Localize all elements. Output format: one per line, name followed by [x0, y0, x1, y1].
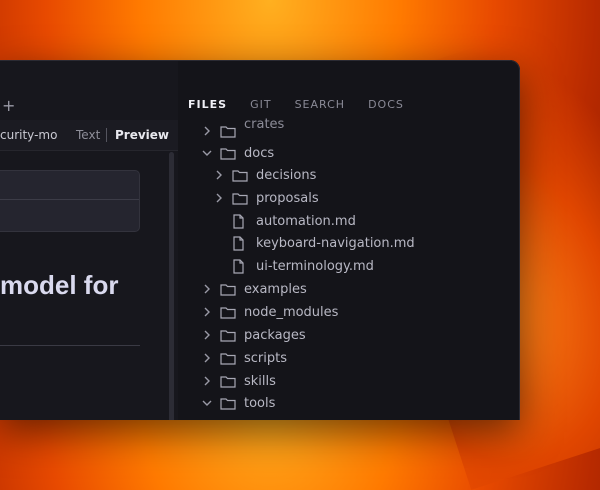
- folder-item-node-modules[interactable]: node_modules: [200, 301, 338, 323]
- tree-item-label: ui-terminology.md: [256, 258, 374, 274]
- tab-search[interactable]: SEARCH: [295, 98, 346, 111]
- folder-icon: [220, 327, 238, 343]
- chevron-right-icon[interactable]: [212, 170, 226, 180]
- preview-mode-toggle[interactable]: Preview: [115, 128, 169, 142]
- chevron-down-icon[interactable]: [200, 148, 214, 158]
- folder-icon: [220, 281, 238, 297]
- file-icon: [232, 258, 250, 274]
- tree-item-label: tools: [244, 395, 276, 411]
- tree-item-label: proposals: [256, 190, 319, 206]
- tree-item-label: keyboard-navigation.md: [256, 235, 415, 251]
- file-icon: [232, 213, 250, 229]
- folder-icon: [220, 395, 238, 411]
- preview-table: [0, 170, 140, 232]
- folder-item-crates[interactable]: crates: [200, 116, 285, 142]
- editor-tab-title[interactable]: curity-mo: [0, 128, 57, 142]
- mode-divider: [106, 128, 107, 142]
- editor-tab-bar: curity-mo Text Preview: [0, 120, 178, 151]
- tree-item-label: docs: [244, 145, 275, 161]
- chevron-right-icon[interactable]: [200, 376, 214, 386]
- folder-item-tools[interactable]: tools: [200, 392, 275, 414]
- file-icon: [232, 235, 250, 251]
- folder-icon: [220, 145, 238, 161]
- editor-scrollbar[interactable]: [169, 152, 174, 420]
- preview-heading: model for: [0, 270, 119, 300]
- chevron-right-icon[interactable]: [200, 126, 214, 136]
- folder-icon: [220, 373, 238, 389]
- tree-item-label: skills: [244, 373, 276, 389]
- preview-divider: [0, 345, 140, 346]
- file-item-keyboard-navigation-md[interactable]: keyboard-navigation.md: [212, 232, 415, 254]
- folder-icon: [232, 167, 250, 183]
- folder-item-decisions[interactable]: decisions: [212, 164, 316, 186]
- folder-icon: [220, 304, 238, 320]
- tab-git[interactable]: GIT: [250, 98, 272, 111]
- folder-item-examples[interactable]: examples: [200, 278, 307, 300]
- chevron-right-icon[interactable]: [212, 193, 226, 203]
- folder-item-skills[interactable]: skills: [200, 370, 276, 392]
- file-item-ui-terminology-md[interactable]: ui-terminology.md: [212, 255, 374, 277]
- tree-item-label: node_modules: [244, 304, 339, 320]
- file-sidebar: FILES GIT SEARCH DOCS crates docs decisions pr…: [178, 60, 520, 420]
- tree-item-label: crates: [244, 116, 285, 132]
- sidebar-tabs: FILES GIT SEARCH DOCS: [188, 98, 427, 111]
- text-mode-toggle[interactable]: Text: [76, 128, 100, 142]
- folder-icon: [220, 350, 238, 366]
- tab-docs[interactable]: DOCS: [368, 98, 404, 111]
- file-item-automation-md[interactable]: automation.md: [212, 210, 356, 232]
- tree-item-label: scripts: [244, 350, 287, 366]
- chevron-right-icon[interactable]: [200, 330, 214, 340]
- tree-item-label: decisions: [256, 167, 317, 183]
- tree-item-label: automation.md: [256, 213, 356, 229]
- tree-item-label: examples: [244, 281, 307, 297]
- folder-item-scripts[interactable]: scripts: [200, 347, 287, 369]
- chevron-right-icon[interactable]: [200, 307, 214, 317]
- tab-files[interactable]: FILES: [188, 98, 227, 111]
- folder-item-proposals[interactable]: proposals: [212, 187, 319, 209]
- chevron-right-icon[interactable]: [200, 353, 214, 363]
- editor-pane: + curity-mo Text Preview model for: [0, 60, 179, 420]
- folder-icon: [232, 190, 250, 206]
- folder-icon: [220, 123, 238, 139]
- tree-item-label: packages: [244, 327, 306, 343]
- new-tab-button[interactable]: +: [2, 96, 15, 115]
- app-window: + curity-mo Text Preview model for FILES…: [0, 60, 520, 420]
- table-row-divider: [0, 199, 139, 200]
- chevron-right-icon[interactable]: [200, 284, 214, 294]
- folder-item-docs[interactable]: docs: [200, 142, 274, 164]
- folder-item-packages[interactable]: packages: [200, 324, 306, 346]
